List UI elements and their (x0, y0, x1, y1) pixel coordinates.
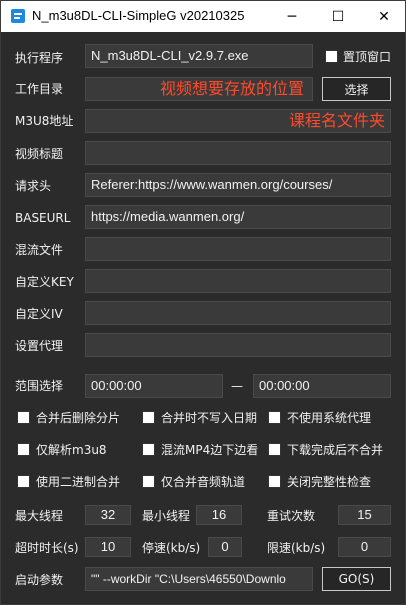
disable-integrity-check-checkbox[interactable] (268, 475, 281, 488)
close-icon: ✕ (378, 9, 390, 25)
range-end-field[interactable]: 00:00:00 (253, 374, 391, 398)
label-custom-key: 自定义KEY (15, 275, 74, 289)
max-threads-field[interactable]: 32 (85, 505, 131, 525)
launch-args-field[interactable]: "" --workDir "C:\Users\46550\Downlo (85, 567, 313, 591)
choose-button-label: 选择 (344, 82, 369, 97)
no-merge-after-download-checkbox[interactable] (268, 443, 281, 456)
baseurl-field[interactable]: https://media.wanmen.org/ (85, 205, 391, 229)
label-baseurl: BASEURL (15, 211, 71, 225)
minimize-icon: ─ (287, 9, 297, 25)
label-custom-iv: 自定义IV (15, 307, 63, 321)
no-date-on-merge-label: 合并时不写入日期 (161, 411, 258, 425)
timeout-field[interactable]: 10 (85, 537, 131, 557)
proxy-field[interactable] (85, 333, 391, 357)
headers-field[interactable]: Referer:https://www.wanmen.org/courses/ (85, 173, 391, 197)
mux-mp4-checkbox[interactable] (142, 443, 155, 456)
stop-speed-field[interactable]: 0 (208, 537, 242, 557)
disable-integrity-check-label: 关闭完整性检查 (287, 475, 372, 489)
label-min-threads: 最小线程 (142, 509, 191, 523)
maximize-icon: ☐ (331, 9, 345, 25)
mux-file-field[interactable] (85, 237, 391, 261)
window-title: N_m3u8DL-CLI-SimpleG v20210325 (32, 8, 245, 23)
mux-mp4-label: 混流MP4边下边看 (161, 443, 259, 457)
retry-field[interactable]: 15 (338, 505, 391, 525)
label-max-threads: 最大线程 (15, 509, 64, 523)
label-limit-speed: 限速(kb/s) (267, 541, 326, 555)
audio-only-label: 仅合并音频轨道 (161, 475, 246, 489)
main-panel: 执行程序 N_m3u8DL-CLI_v2.9.7.exe 置顶窗口 工作目录 视… (0, 32, 406, 605)
binary-merge-label: 使用二进制合并 (36, 475, 121, 489)
title-bar: N_m3u8DL-CLI-SimpleG v20210325 ─ ☐ ✕ (0, 0, 406, 32)
label-retry: 重试次数 (267, 509, 316, 523)
close-button[interactable]: ✕ (361, 1, 406, 33)
go-button[interactable]: GO(S) (322, 567, 391, 591)
range-start-field[interactable]: 00:00:00 (85, 374, 223, 398)
m3u8-hint: 课程名文件夹 (289, 111, 386, 130)
custom-iv-field[interactable] (85, 301, 391, 325)
binary-merge-checkbox[interactable] (17, 475, 30, 488)
topmost-checkbox[interactable] (325, 50, 338, 63)
label-range: 范围选择 (15, 379, 64, 393)
label-mux-file: 混流文件 (15, 243, 64, 257)
label-headers: 请求头 (15, 179, 52, 193)
app-icon (11, 9, 25, 23)
label-video-title: 视频标题 (15, 147, 64, 161)
minimize-button[interactable]: ─ (269, 1, 315, 33)
no-merge-after-download-label: 下载完成后不合并 (287, 443, 384, 457)
min-threads-field[interactable]: 16 (196, 505, 242, 525)
label-proxy: 设置代理 (15, 339, 64, 353)
custom-key-field[interactable] (85, 269, 391, 293)
limit-speed-field[interactable]: 0 (338, 537, 391, 557)
video-title-field[interactable] (85, 141, 391, 165)
go-button-label: GO(S) (338, 572, 375, 586)
no-system-proxy-checkbox[interactable] (268, 411, 281, 424)
label-m3u8: M3U8地址 (15, 114, 74, 128)
label-launch-args: 启动参数 (15, 573, 64, 587)
no-system-proxy-label: 不使用系统代理 (287, 411, 372, 425)
range-separator: — (231, 379, 243, 393)
parse-only-checkbox[interactable] (17, 443, 30, 456)
label-stop-speed: 停速(kb/s) (142, 541, 201, 555)
label-workdir: 工作目录 (15, 82, 64, 96)
delete-after-merge-checkbox[interactable] (17, 411, 30, 424)
no-date-on-merge-checkbox[interactable] (142, 411, 155, 424)
topmost-label: 置顶窗口 (343, 50, 392, 64)
workdir-hint: 视频想要存放的位置 (160, 79, 305, 98)
label-timeout: 超时时长(s) (15, 541, 79, 555)
exe-field[interactable]: N_m3u8DL-CLI_v2.9.7.exe (85, 44, 313, 68)
choose-button[interactable]: 选择 (322, 77, 391, 101)
label-exe: 执行程序 (15, 51, 64, 65)
delete-after-merge-label: 合并后删除分片 (36, 411, 121, 425)
parse-only-label: 仅解析m3u8 (36, 443, 107, 457)
maximize-button[interactable]: ☐ (315, 1, 361, 33)
audio-only-checkbox[interactable] (142, 475, 155, 488)
